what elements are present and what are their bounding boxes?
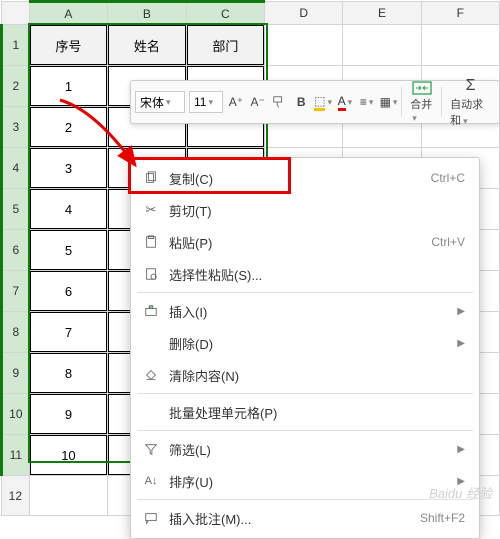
row-header[interactable]: 3 <box>2 107 30 148</box>
row-header[interactable]: 9 <box>2 353 30 394</box>
cell[interactable] <box>265 25 343 66</box>
row-header[interactable]: 10 <box>2 394 30 435</box>
align-button[interactable]: ≡ <box>358 91 376 113</box>
autosum-button[interactable]: Σ 自动求和 <box>446 77 495 128</box>
font-name-combo[interactable]: 宋体 <box>135 91 185 113</box>
menu-label: 选择性粘贴(S)... <box>169 265 262 284</box>
cell[interactable]: 序号 <box>29 25 107 66</box>
menu-label: 插入批注(M)... <box>169 509 251 528</box>
font-size-combo[interactable]: 11 <box>189 91 223 113</box>
menu-shortcut: Ctrl+V <box>431 235 465 249</box>
menu-label: 插入(I) <box>169 302 207 321</box>
borders-button[interactable]: ▦ <box>380 91 398 113</box>
cell[interactable] <box>343 25 421 66</box>
menu-label: 清除内容(N) <box>169 366 239 385</box>
menu-shortcut: Ctrl+C <box>431 171 465 185</box>
comment-icon <box>139 508 163 528</box>
cut-icon: ✂ <box>139 200 163 220</box>
merge-label: 合并 <box>410 96 433 124</box>
sort-icon: A↓ <box>139 471 163 491</box>
mini-toolbar: 宋体 11 A⁺ A⁻ B ⬚ A ≡ ▦ 合并 Σ 自动求和 <box>130 80 500 124</box>
row-header[interactable]: 7 <box>2 271 30 312</box>
menu-paste-special[interactable]: 选择性粘贴(S)... <box>131 258 479 290</box>
menu-copy[interactable]: 复制(C) Ctrl+C <box>131 162 479 194</box>
menu-sort[interactable]: A↓ 排序(U) ▶ <box>131 465 479 497</box>
format-painter-icon[interactable] <box>271 91 289 113</box>
row-header[interactable]: 4 <box>2 148 30 189</box>
menu-label: 复制(C) <box>169 169 213 188</box>
menu-label: 粘贴(P) <box>169 233 212 252</box>
cell[interactable]: 6 <box>29 271 107 312</box>
paste-icon <box>139 232 163 252</box>
col-header-d[interactable]: D <box>265 2 343 25</box>
copy-icon <box>139 168 163 188</box>
cell[interactable]: 7 <box>29 312 107 353</box>
col-header-c[interactable]: C <box>186 2 264 25</box>
col-header-a[interactable]: A <box>29 2 107 25</box>
col-header-f[interactable]: F <box>421 2 499 25</box>
cell[interactable] <box>421 25 499 66</box>
cell[interactable]: 10 <box>29 435 107 476</box>
cell[interactable] <box>29 476 107 516</box>
col-header-e[interactable]: E <box>343 2 421 25</box>
menu-insert-comment[interactable]: 插入批注(M)... Shift+F2 <box>131 502 479 534</box>
merge-icon <box>412 81 432 95</box>
context-menu: 复制(C) Ctrl+C ✂ 剪切(T) 粘贴(P) Ctrl+V 选择性粘贴(… <box>130 157 480 539</box>
menu-label: 批量处理单元格(P) <box>169 403 277 422</box>
menu-delete[interactable]: 删除(D) ▶ <box>131 327 479 359</box>
select-all-corner[interactable] <box>2 2 30 25</box>
menu-insert[interactable]: 插入(I) ▶ <box>131 295 479 327</box>
insert-icon <box>139 301 163 321</box>
menu-paste[interactable]: 粘贴(P) Ctrl+V <box>131 226 479 258</box>
increase-font-icon[interactable]: A⁺ <box>227 91 245 113</box>
paste-special-icon <box>139 264 163 284</box>
row-header[interactable]: 11 <box>2 435 30 476</box>
row-header[interactable]: 8 <box>2 312 30 353</box>
cell[interactable]: 4 <box>29 189 107 230</box>
fill-color-button[interactable]: ⬚ <box>314 91 332 113</box>
menu-clear[interactable]: 清除内容(N) <box>131 359 479 391</box>
row-header[interactable]: 5 <box>2 189 30 230</box>
col-header-b[interactable]: B <box>108 2 186 25</box>
row-header[interactable]: 6 <box>2 230 30 271</box>
font-color-button[interactable]: A <box>336 91 354 113</box>
cell[interactable]: 8 <box>29 353 107 394</box>
menu-cut[interactable]: ✂ 剪切(T) <box>131 194 479 226</box>
sigma-icon: Σ <box>466 77 476 95</box>
row-header[interactable]: 1 <box>2 25 30 66</box>
cell[interactable]: 9 <box>29 394 107 435</box>
bold-button[interactable]: B <box>292 91 310 113</box>
autosum-label: 自动求和 <box>450 96 491 128</box>
cell[interactable]: 姓名 <box>108 25 186 66</box>
menu-batch[interactable]: 批量处理单元格(P) <box>131 396 479 428</box>
merge-button[interactable]: 合并 <box>406 81 437 124</box>
cell[interactable]: 5 <box>29 230 107 271</box>
menu-filter[interactable]: 筛选(L) ▶ <box>131 433 479 465</box>
watermark: Baidu 经验 <box>429 483 492 502</box>
submenu-arrow-icon: ▶ <box>457 338 465 349</box>
submenu-arrow-icon: ▶ <box>457 306 465 317</box>
cell[interactable]: 1 <box>29 66 107 107</box>
cell[interactable]: 3 <box>29 148 107 189</box>
menu-label: 剪切(T) <box>169 201 212 220</box>
row-header[interactable]: 12 <box>2 476 30 516</box>
menu-label: 删除(D) <box>169 334 213 353</box>
menu-label: 排序(U) <box>169 472 213 491</box>
menu-shortcut: Shift+F2 <box>420 511 465 525</box>
submenu-arrow-icon: ▶ <box>457 444 465 455</box>
decrease-font-icon[interactable]: A⁻ <box>249 91 267 113</box>
cell[interactable]: 部门 <box>186 25 264 66</box>
cell[interactable]: 2 <box>29 107 107 148</box>
menu-label: 筛选(L) <box>169 440 211 459</box>
clear-icon <box>139 365 163 385</box>
row-header[interactable]: 2 <box>2 66 30 107</box>
filter-icon <box>139 439 163 459</box>
